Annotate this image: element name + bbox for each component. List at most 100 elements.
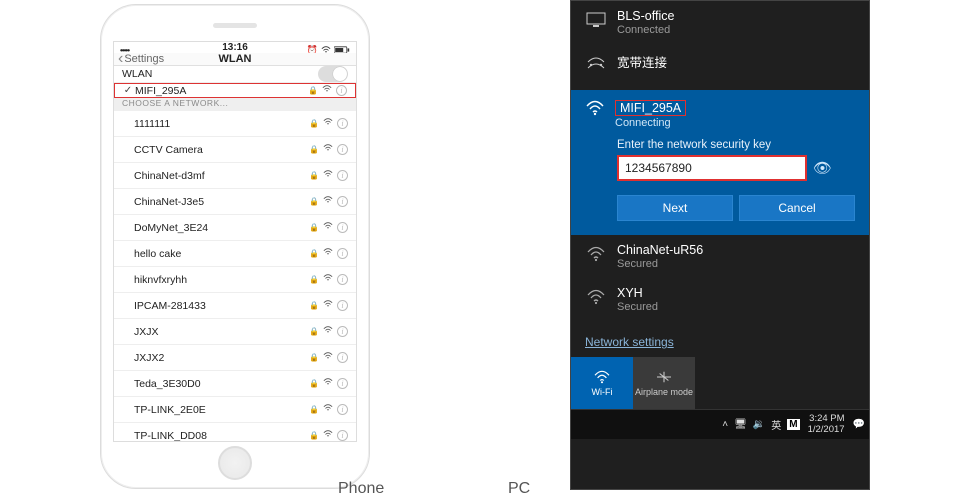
back-button[interactable]: Settings [118,50,164,68]
network-row[interactable]: DoMyNet_3E24🔒i [114,215,356,241]
lock-icon: 🔒 [309,145,319,154]
wifi-icon [323,221,333,234]
network-row[interactable]: TP-LINK_2E0E🔒i [114,397,356,423]
info-icon[interactable]: i [337,248,348,259]
info-icon[interactable]: i [337,404,348,415]
network-list: 1111111🔒iCCTV Camera🔒iChinaNet-d3mf🔒iChi… [114,111,356,442]
tray-volume-icon[interactable]: 🔉 [753,419,765,430]
wifi-icon [585,100,605,119]
lock-icon: 🔒 [309,119,319,128]
wifi-icon [323,429,333,442]
wifi-icon [323,143,333,156]
tray-network-icon[interactable]: 🖥 [734,419,747,430]
network-item-bls-office[interactable]: BLS-office Connected [571,1,869,44]
network-name: DoMyNet_3E24 [134,222,309,234]
info-icon[interactable]: i [337,170,348,181]
airplane-tile-label: Airplane mode [635,387,693,397]
taskbar: ˄ 🖥 🔉 英 M 3:24 PM 1/2/2017 💬 [571,409,869,439]
network-name: hello cake [134,248,309,260]
info-icon[interactable]: i [336,85,347,96]
active-network-panel: MIFI_295A Connecting Enter the network s… [571,90,869,235]
phone-speaker [213,23,257,28]
info-icon[interactable]: i [337,300,348,311]
wifi-icon [323,117,333,130]
info-icon[interactable]: i [337,222,348,233]
pc-wifi-panel: BLS-office Connected 宽带连接 MIFI_295A Conn… [570,0,870,490]
network-item-xyh[interactable]: XYH Secured [571,278,869,321]
notification-icon[interactable]: 💬 [853,419,865,430]
info-icon[interactable]: i [337,118,348,129]
info-icon[interactable]: i [337,326,348,337]
phone-device: ••••• 13:16 ⏰ Settings WLAN WLAN ✓ MIFI_… [100,4,370,489]
lock-icon: 🔒 [309,327,319,336]
network-name: ChinaNet-J3e5 [134,196,309,208]
security-key-input[interactable] [617,155,807,181]
ime-indicator[interactable]: 英 [771,417,781,432]
network-row[interactable]: ChinaNet-J3e5🔒i [114,189,356,215]
network-row[interactable]: 1111111🔒 i [114,111,356,137]
network-row[interactable]: ChinaNet-d3mf🔒i [114,163,356,189]
cancel-button[interactable]: Cancel [739,195,855,221]
network-status: Connected [617,24,674,36]
network-name: IPCAM-281433 [134,300,309,312]
next-button[interactable]: Next [617,195,733,221]
reveal-password-icon[interactable]: 👁 [813,159,832,177]
active-network-name-box: MIFI_295A [615,100,686,116]
network-settings-link[interactable]: Network settings [571,321,869,357]
wifi-tile[interactable]: Wi-Fi [571,357,633,409]
network-row[interactable]: CCTV Camera🔒i [114,137,356,163]
phone-screen: ••••• 13:16 ⏰ Settings WLAN WLAN ✓ MIFI_… [113,41,357,442]
wifi-icon [323,403,333,416]
wifi-icon [323,273,333,286]
network-row[interactable]: hiknvfxryhh🔒 i [114,267,356,293]
info-icon[interactable]: i [337,352,348,363]
connected-network-name: MIFI_295A [135,85,308,97]
network-row[interactable]: JXJX🔒i [114,319,356,345]
network-row[interactable]: Teda_3E30D0🔒i [114,371,356,397]
info-icon[interactable]: i [337,430,348,441]
network-name: BLS-office [617,9,674,23]
network-row[interactable]: IPCAM-281433🔒i [114,293,356,319]
ime-mode[interactable]: M [787,419,799,430]
network-name: ChinaNet-d3mf [134,170,309,182]
network-name: hiknvfxryhh [134,274,309,286]
network-name: JXJX2 [134,352,309,364]
info-icon[interactable]: i [337,274,348,285]
airplane-tile[interactable]: Airplane mode [633,357,695,409]
network-item-chinanet[interactable]: ChinaNet-uR56 Secured [571,235,869,278]
wifi-icon [323,195,333,208]
network-row[interactable]: TP-LINK_DD08🔒i [114,423,356,442]
network-row[interactable]: hello cake🔒 i [114,241,356,267]
lock-icon: 🔒 [308,86,318,95]
network-row[interactable]: JXJX2🔒i [114,345,356,371]
info-icon[interactable]: i [337,378,348,389]
lock-icon: 🔒 [309,275,319,284]
system-tray: ˄ 🖥 🔉 英 M [722,417,799,432]
network-name: ChinaNet-uR56 [617,243,703,257]
wifi-icon [323,351,333,364]
connected-network-row[interactable]: ✓ MIFI_295A 🔒 i [114,83,356,98]
network-name: XYH [617,286,658,300]
network-status: Secured [617,301,658,313]
wlan-toggle-row[interactable]: WLAN [114,66,356,83]
wifi-icon [323,247,333,260]
taskbar-clock[interactable]: 3:24 PM 1/2/2017 [808,414,845,435]
pc-caption: PC [508,480,530,498]
wlan-toggle[interactable] [318,66,348,82]
monitor-icon [585,11,607,29]
network-item-broadband[interactable]: 宽带连接 [571,44,869,80]
info-icon[interactable]: i [337,196,348,207]
wifi-icon [323,169,333,182]
network-name: TP-LINK_DD08 [134,430,309,442]
dialup-icon [585,54,607,72]
home-button[interactable] [218,446,252,480]
taskbar-time: 3:24 PM [808,414,845,424]
wifi-icon [322,84,332,97]
lock-icon: 🔒 [309,249,319,258]
network-status: Secured [617,258,703,270]
checkmark-icon: ✓ [123,85,133,96]
tray-chevron-up-icon[interactable]: ˄ [722,419,728,430]
quick-tiles: Wi-Fi Airplane mode [571,357,869,409]
info-icon[interactable]: i [337,144,348,155]
network-name: 1111111 [134,118,309,130]
